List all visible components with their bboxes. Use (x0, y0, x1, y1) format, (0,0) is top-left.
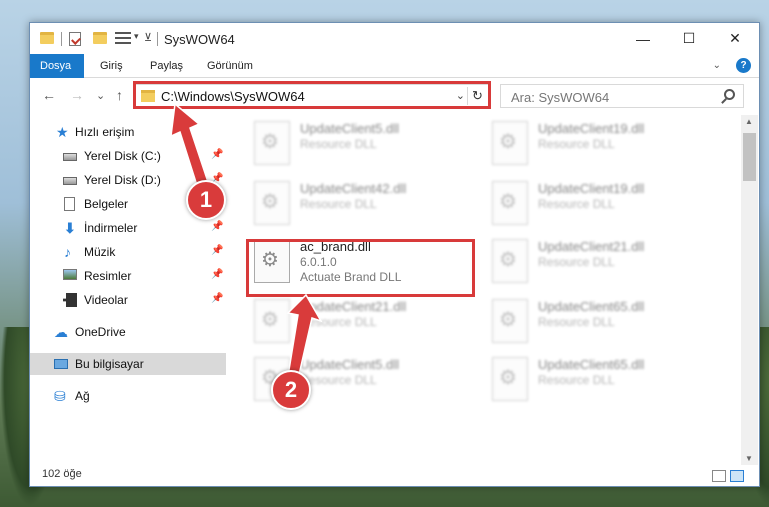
arrow-to-dll-file (286, 293, 323, 380)
callout-badge-2: 2 (271, 370, 311, 410)
annotation-arrows (170, 102, 323, 380)
callout-badge-1: 1 (186, 180, 226, 220)
